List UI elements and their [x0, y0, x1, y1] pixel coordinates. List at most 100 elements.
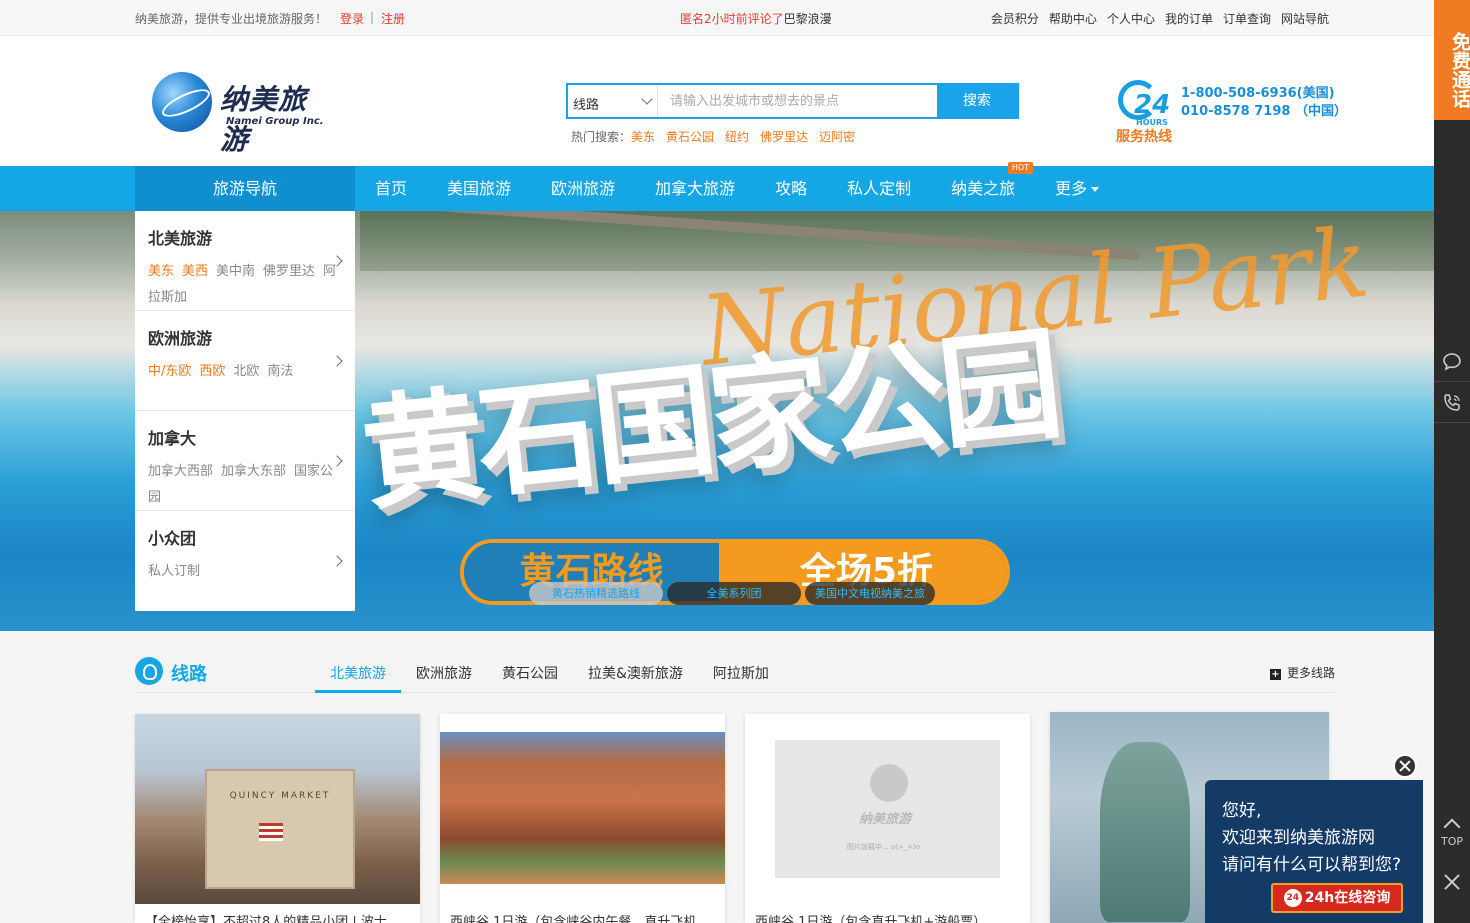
route-card[interactable]: 纳美旅游 图片加载中... o(>_<)o 西峡谷 1日游（包含直升飞机+游船票… [745, 714, 1030, 923]
search-box: 线路 搜索 [566, 83, 1019, 119]
nav-item-guides[interactable]: 攻略 [755, 166, 827, 211]
tab-europe[interactable]: 欧洲旅游 [401, 648, 487, 693]
canyon-photo [440, 732, 725, 884]
search-input[interactable] [660, 85, 940, 117]
menu-group-title: 加拿大 [148, 429, 197, 448]
close-icon[interactable] [1442, 872, 1462, 892]
menu-group-title: 欧洲旅游 [148, 329, 213, 348]
route-icon [135, 657, 163, 685]
route-title[interactable]: 【全榜怡享】不超过8人的精品小团 | 波士 [145, 911, 387, 923]
statue-of-liberty-photo [1100, 742, 1190, 922]
slide-tab[interactable]: 美国中文电视纳美之旅 [805, 582, 935, 605]
member-points-link[interactable]: 会员积分 [991, 10, 1039, 27]
menu-group-north-america[interactable]: 北美旅游 美东 美西 美中南 佛罗里达 阿拉斯加 [135, 211, 355, 311]
login-link[interactable]: 登录 [340, 10, 364, 27]
nav-label: 美国旅游 [447, 179, 512, 198]
menu-link[interactable]: 南法 [267, 364, 293, 379]
menu-link[interactable]: 中/东欧 [148, 364, 191, 379]
route-tabs: 北美旅游 欧洲旅游 黄石公园 拉美&澳新旅游 阿拉斯加 [315, 648, 784, 693]
hot-search-link[interactable]: 纽约 [725, 128, 749, 145]
route-title[interactable]: 西峡谷 1日游（包含直升飞机+游船票） [755, 911, 986, 923]
nav-item-canada[interactable]: 加拿大旅游 [635, 166, 755, 211]
24h-icon: 24 [1283, 889, 1302, 907]
route-card[interactable]: 西峡谷 1日游（包含峡谷内午餐，直升飞机 [440, 714, 725, 923]
chat-message: 您好, 欢迎来到纳美旅游网 请问有什么可以帮到您? [1222, 798, 1401, 879]
menu-group-small-group[interactable]: 小众团 私人订制 [135, 511, 355, 611]
tab-yellowstone[interactable]: 黄石公园 [487, 648, 573, 693]
route-card[interactable]: QUINCY MARKET 【全榜怡享】不超过8人的精品小团 | 波士 [135, 714, 420, 923]
24-hours-icon: 24 HOURS [1116, 76, 1174, 127]
menu-group-links: 加拿大西部 加拿大东部 国家公园 [148, 459, 338, 511]
menu-link[interactable]: 美东 [148, 264, 174, 279]
search-button[interactable]: 搜索 [937, 85, 1017, 117]
placeholder-text: 图片加载中... o(>_<)o [847, 843, 921, 851]
nav-item-namei-tour[interactable]: 纳美之旅 HOT [931, 162, 1035, 211]
nav-item-usa[interactable]: 美国旅游 [427, 166, 531, 211]
header: 纳美旅游 Namei Group Inc. 线路 搜索 热门搜索： 美东 黄石公… [0, 36, 1434, 166]
comment-notice: 匿名2小时前评论了巴黎浪漫 [680, 10, 832, 27]
logo-subtitle: Namei Group Inc. [226, 116, 324, 127]
chat-popup: 您好, 欢迎来到纳美旅游网 请问有什么可以帮到您? 24 24h在线咨询 [1205, 780, 1423, 923]
phone-button[interactable] [1434, 383, 1470, 423]
more-routes-label: 更多线路 [1286, 666, 1335, 680]
flag-graphic [259, 823, 283, 841]
divider: | [370, 10, 375, 24]
more-routes-link[interactable]: + 更多线路 [1269, 664, 1335, 681]
market-building: QUINCY MARKET [205, 769, 355, 889]
slide-tab[interactable]: 黄石热销精选路线 [529, 582, 663, 605]
site-nav-link[interactable]: 网站导航 [1281, 10, 1329, 27]
back-to-top-button[interactable]: TOP [1434, 815, 1470, 855]
nav-item-home[interactable]: 首页 [355, 166, 427, 211]
slide-tab[interactable]: 全美系列团 [667, 582, 801, 605]
hot-search-link[interactable]: 黄石公园 [666, 128, 714, 145]
search-type-value: 线路 [573, 98, 600, 113]
chat-line: 欢迎来到纳美旅游网 [1222, 828, 1375, 848]
route-title[interactable]: 西峡谷 1日游（包含峡谷内午餐，直升飞机 [450, 911, 696, 923]
nav-item-custom[interactable]: 私人定制 [827, 166, 931, 211]
nav-item-more[interactable]: 更多 [1035, 166, 1119, 211]
hot-search-link[interactable]: 美东 [631, 128, 655, 145]
menu-link[interactable]: 美西 [182, 264, 208, 279]
hotline-label: 服务热线 [1116, 129, 1172, 145]
register-link[interactable]: 注册 [381, 10, 405, 27]
menu-link[interactable]: 私人订制 [148, 564, 200, 579]
travel-guide-button[interactable]: 旅游导航 [135, 166, 355, 211]
nav-item-europe[interactable]: 欧洲旅游 [531, 166, 635, 211]
help-center-link[interactable]: 帮助中心 [1049, 10, 1097, 27]
hot-searches: 热门搜索： 美东 黄石公园 纽约 佛罗里达 迈阿密 [571, 128, 855, 145]
menu-group-links: 中/东欧 西欧 北欧 南法 [148, 359, 338, 385]
personal-center-link[interactable]: 个人中心 [1107, 10, 1155, 27]
hot-search-link[interactable]: 迈阿密 [819, 128, 855, 145]
my-orders-link[interactable]: 我的订单 [1165, 10, 1213, 27]
chat-line: 您好, [1222, 801, 1262, 821]
search-type-select[interactable]: 线路 [568, 85, 658, 117]
menu-link[interactable]: 西欧 [199, 364, 225, 379]
qq-chat-button[interactable] [1434, 342, 1470, 382]
menu-link[interactable]: 佛罗里达 [263, 264, 315, 279]
section-title: 线路 [171, 664, 207, 685]
top-links: 会员积分 帮助中心 个人中心 我的订单 订单查询 网站导航 [991, 10, 1329, 27]
nav-label: 纳美之旅 [951, 179, 1016, 198]
globe-logo-icon [870, 764, 908, 802]
menu-link[interactable]: 加拿大西部 [148, 464, 213, 479]
menu-group-canada[interactable]: 加拿大 加拿大西部 加拿大东部 国家公园 [135, 411, 355, 511]
free-call-button[interactable]: 免费通话 [1434, 0, 1470, 120]
online-consult-button[interactable]: 24 24h在线咨询 [1271, 883, 1403, 913]
tab-alaska[interactable]: 阿拉斯加 [698, 648, 784, 693]
slide-indicators: 黄石热销精选路线 全美系列团 美国中文电视纳美之旅 [529, 582, 935, 605]
menu-link[interactable]: 美中南 [216, 264, 255, 279]
order-query-link[interactable]: 订单查询 [1223, 10, 1271, 27]
chat-close-button[interactable] [1393, 754, 1417, 778]
menu-link[interactable]: 北欧 [233, 364, 259, 379]
welcome-text: 纳美旅游，提供专业出境旅游服务！ [135, 12, 328, 26]
notice-destination-link[interactable]: 巴黎浪漫 [784, 12, 832, 26]
menu-group-links: 私人订制 [148, 559, 338, 585]
site-logo[interactable]: 纳美旅游 Namei Group Inc. [152, 72, 332, 156]
menu-group-europe[interactable]: 欧洲旅游 中/东欧 西欧 北欧 南法 [135, 311, 355, 411]
tab-latam-oceania[interactable]: 拉美&澳新旅游 [573, 648, 698, 693]
tab-north-america[interactable]: 北美旅游 [315, 648, 401, 693]
phone-cn: 010-8578 7198 （中国） [1181, 104, 1347, 119]
hot-search-link[interactable]: 佛罗里达 [760, 128, 808, 145]
chevron-down-icon [641, 93, 653, 105]
menu-link[interactable]: 加拿大东部 [221, 464, 286, 479]
